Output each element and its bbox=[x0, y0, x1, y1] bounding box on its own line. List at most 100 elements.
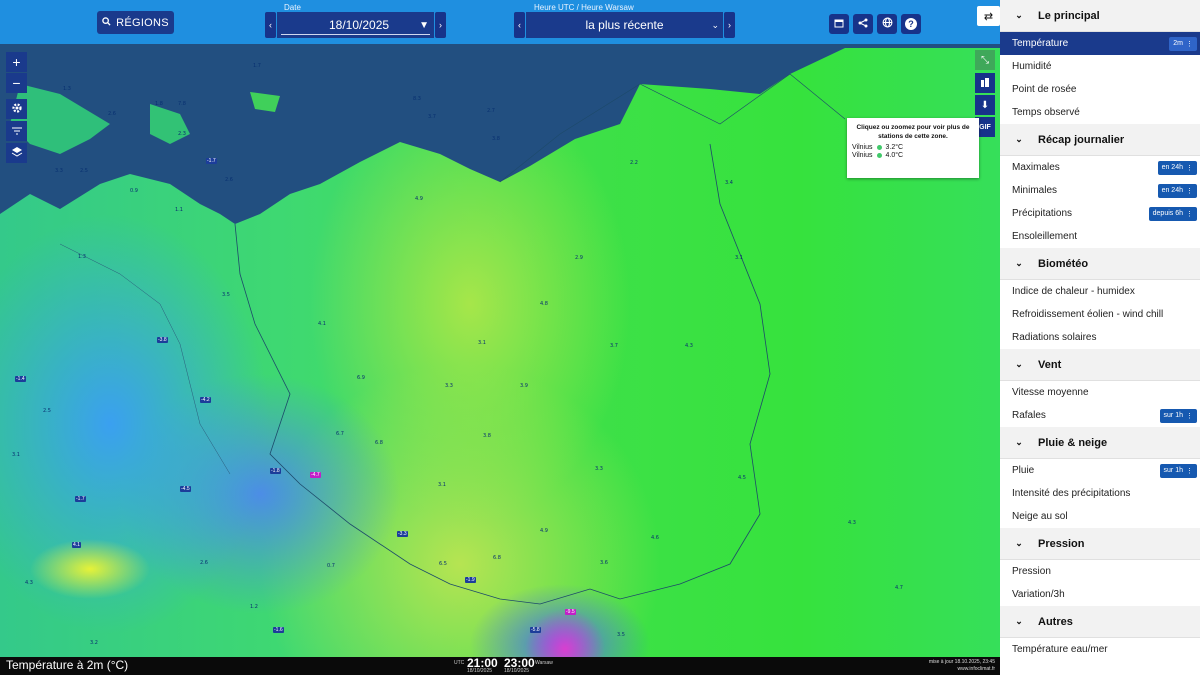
station-value[interactable]: 4.3 bbox=[25, 580, 33, 586]
station-value[interactable]: 4.1 bbox=[318, 321, 326, 327]
station-value[interactable]: -4.2 bbox=[200, 397, 211, 403]
station-value[interactable]: 4.8 bbox=[540, 301, 548, 307]
station-value[interactable]: 3.1 bbox=[12, 452, 20, 458]
station-value[interactable]: 3.3 bbox=[595, 466, 603, 472]
station-value[interactable]: 2.6 bbox=[225, 177, 233, 183]
station-value[interactable]: -1.6 bbox=[273, 627, 284, 633]
settings-button[interactable] bbox=[6, 99, 27, 119]
station-value[interactable]: 2.9 bbox=[575, 255, 583, 261]
station-value[interactable]: -4.7 bbox=[310, 472, 321, 478]
period-select-button[interactable]: 2m ⋮ bbox=[1169, 36, 1197, 51]
city-button[interactable] bbox=[975, 73, 995, 93]
station-value[interactable]: -1.8 bbox=[270, 468, 281, 474]
station-value[interactable]: 3.4 bbox=[725, 180, 733, 186]
station-value[interactable]: 3.7 bbox=[610, 343, 618, 349]
station-value[interactable]: 0.7 bbox=[327, 563, 335, 569]
station-value[interactable]: 3.5 bbox=[222, 292, 230, 298]
station-value[interactable]: 4.6 bbox=[651, 535, 659, 541]
station-value[interactable]: 4.3 bbox=[848, 520, 856, 526]
time-prev-button[interactable]: ‹ bbox=[514, 12, 525, 38]
share-button[interactable] bbox=[853, 14, 873, 34]
layer-item[interactable]: Point de rosée bbox=[1000, 78, 1200, 101]
layer-item[interactable]: Variation/3h bbox=[1000, 583, 1200, 606]
date-next-button[interactable]: › bbox=[435, 12, 446, 38]
date-select[interactable]: 18/10/2025 ▼ bbox=[277, 12, 434, 38]
station-value[interactable]: 3.9 bbox=[520, 383, 528, 389]
filter-button[interactable] bbox=[6, 121, 27, 141]
layer-item[interactable]: Maximales en 24h ⋮ bbox=[1000, 156, 1200, 179]
station-value[interactable]: 3.1 bbox=[478, 340, 486, 346]
station-value[interactable]: -1.7 bbox=[75, 496, 86, 502]
period-select-button[interactable]: en 24h ⋮ bbox=[1157, 160, 1197, 175]
layer-item[interactable]: Ensoleillement bbox=[1000, 225, 1200, 248]
layer-item[interactable]: Temps observé bbox=[1000, 101, 1200, 124]
station-value[interactable]: 1.3 bbox=[63, 86, 71, 92]
station-value[interactable]: 3.1 bbox=[438, 482, 446, 488]
station-value[interactable]: 4.9 bbox=[415, 196, 423, 202]
zoom-in-button[interactable]: + bbox=[6, 52, 27, 72]
station-value[interactable]: 1.3 bbox=[78, 254, 86, 260]
station-value[interactable]: -3.8 bbox=[157, 337, 168, 343]
station-value[interactable]: 1.1 bbox=[175, 207, 183, 213]
layer-item[interactable]: Refroidissement éolien - wind chill bbox=[1000, 303, 1200, 326]
station-value[interactable]: 4.9 bbox=[540, 528, 548, 534]
section-header[interactable]: ⌄ Le principal bbox=[1000, 0, 1200, 32]
layer-item[interactable]: Vitesse moyenne bbox=[1000, 381, 1200, 404]
station-value[interactable]: 3.8 bbox=[492, 136, 500, 142]
station-value[interactable]: 6.9 bbox=[357, 375, 365, 381]
station-value[interactable]: 6.8 bbox=[493, 555, 501, 561]
station-value[interactable]: 2.6 bbox=[108, 111, 116, 117]
collapse-button[interactable]: ⤡ bbox=[975, 50, 995, 70]
station-value[interactable]: 2.3 bbox=[178, 131, 186, 137]
period-select-button[interactable]: sur 1h ⋮ bbox=[1159, 463, 1197, 478]
station-value[interactable]: 1.2 bbox=[250, 604, 258, 610]
layer-item[interactable]: Précipitations depuis 6h ⋮ bbox=[1000, 202, 1200, 225]
section-header[interactable]: ⌄ Récap journalier bbox=[1000, 124, 1200, 156]
layer-item[interactable]: Température 2m ⋮ bbox=[1000, 32, 1200, 55]
time-select[interactable]: la plus récente ⌄ bbox=[526, 12, 723, 38]
station-value[interactable]: 3.3 bbox=[445, 383, 453, 389]
section-header[interactable]: ⌄ Vent bbox=[1000, 349, 1200, 381]
regions-button[interactable]: RÉGIONS bbox=[97, 11, 174, 34]
station-value[interactable]: 6.7 bbox=[336, 431, 344, 437]
section-header[interactable]: ⌄ Pression bbox=[1000, 528, 1200, 560]
layer-item[interactable]: Indice de chaleur - humidex bbox=[1000, 280, 1200, 303]
section-header[interactable]: ⌄ Pluie & neige bbox=[1000, 427, 1200, 459]
section-header[interactable]: ⌄ Autres bbox=[1000, 606, 1200, 638]
station-value[interactable]: 3.5 bbox=[617, 632, 625, 638]
station-value[interactable]: 2.6 bbox=[200, 560, 208, 566]
station-value[interactable]: 2.2 bbox=[630, 160, 638, 166]
globe-button[interactable] bbox=[877, 14, 897, 34]
temperature-map[interactable]: 1.7 1.3 2.6 1.8 7.8 2.3 3.3 2.5 -1.7 2.6 8.3 3.7 2.7… bbox=[0, 44, 1000, 657]
station-value[interactable]: 4.7 bbox=[895, 585, 903, 591]
layers-button[interactable] bbox=[6, 143, 27, 163]
period-select-button[interactable]: en 24h ⋮ bbox=[1157, 183, 1197, 198]
station-value[interactable]: 6.5 bbox=[439, 561, 447, 567]
swap-button[interactable]: ⇄ bbox=[977, 6, 1000, 26]
period-select-button[interactable]: sur 1h ⋮ bbox=[1159, 408, 1197, 423]
download-button[interactable]: ⬇ bbox=[975, 95, 995, 115]
layer-item[interactable]: Minimales en 24h ⋮ bbox=[1000, 179, 1200, 202]
help-button[interactable]: ? bbox=[901, 14, 921, 34]
layer-item[interactable]: Humidité bbox=[1000, 55, 1200, 78]
station-value[interactable]: -1.4 bbox=[15, 376, 26, 382]
layer-item[interactable]: Température eau/mer bbox=[1000, 638, 1200, 661]
station-value[interactable]: 4.3 bbox=[685, 343, 693, 349]
layer-item[interactable]: Rafales sur 1h ⋮ bbox=[1000, 404, 1200, 427]
station-value[interactable]: 4.5 bbox=[738, 475, 746, 481]
station-value[interactable]: 4.1 bbox=[72, 542, 81, 548]
layer-item[interactable]: Pluie sur 1h ⋮ bbox=[1000, 459, 1200, 482]
layer-item[interactable]: Neige au sol bbox=[1000, 505, 1200, 528]
period-select-button[interactable]: depuis 6h ⋮ bbox=[1148, 206, 1197, 221]
station-value[interactable]: 1.8 bbox=[155, 101, 163, 107]
zoom-out-button[interactable]: − bbox=[6, 73, 27, 93]
station-value[interactable]: 3.6 bbox=[600, 560, 608, 566]
station-value[interactable]: 8.3 bbox=[413, 96, 421, 102]
station-value[interactable]: 1.7 bbox=[253, 63, 261, 69]
station-value[interactable]: 3.8 bbox=[483, 433, 491, 439]
section-header[interactable]: ⌄ Biométéo bbox=[1000, 248, 1200, 280]
station-value[interactable]: -4.5 bbox=[180, 486, 191, 492]
station-value[interactable]: 2.7 bbox=[487, 108, 495, 114]
station-value[interactable]: -1.7 bbox=[206, 158, 217, 164]
station-value[interactable]: 2.5 bbox=[80, 168, 88, 174]
